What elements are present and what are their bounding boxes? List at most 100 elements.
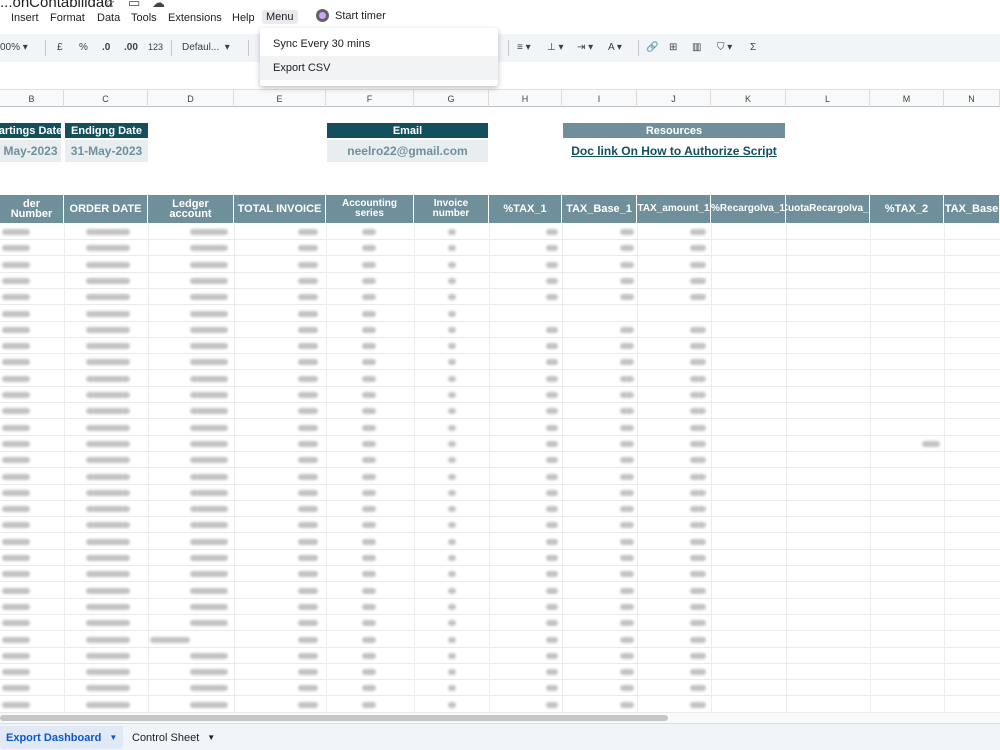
table-row[interactable] — [0, 403, 1000, 420]
menu-extensions[interactable]: Extensions — [168, 12, 222, 24]
column-header-e[interactable]: E — [234, 90, 326, 107]
increase-decimal-button[interactable]: .00 — [124, 42, 138, 53]
font-select[interactable]: Defaul... ▾ — [182, 42, 230, 53]
header-accounting-series[interactable]: Accounting series — [326, 195, 414, 223]
header-order-date[interactable]: ORDER DATE — [64, 195, 148, 223]
table-row[interactable] — [0, 550, 1000, 566]
zoom-select[interactable]: 00% ▾ — [0, 42, 28, 53]
menu-help[interactable]: Help — [232, 12, 255, 24]
insert-link-icon[interactable]: 🔗 — [646, 42, 658, 53]
column-header-h[interactable]: H — [489, 90, 562, 107]
column-header-d[interactable]: D — [148, 90, 234, 107]
header-recargo-iva-1[interactable]: %RecargoIva_1 — [711, 195, 786, 223]
sheet-grid[interactable]: artings Date May-2023 Endigng Date 31-Ma… — [0, 107, 1000, 713]
table-row[interactable] — [0, 517, 1000, 534]
header-order-number[interactable]: der Number — [0, 195, 64, 223]
table-row[interactable] — [0, 273, 1000, 289]
menu-item-export-csv[interactable]: Export CSV — [260, 56, 498, 80]
table-row[interactable] — [0, 436, 1000, 452]
table-row[interactable] — [0, 289, 1000, 306]
menu-item-sync-every-30-mins[interactable]: Sync Every 30 mins — [260, 32, 498, 56]
table-row[interactable] — [0, 371, 1000, 387]
header-tax-amount-1[interactable]: TAX_amount_1 — [637, 195, 711, 223]
blurred-cell — [546, 522, 558, 529]
blurred-cell — [448, 294, 456, 301]
table-row[interactable] — [0, 240, 1000, 257]
caret-down-icon[interactable]: ▼ — [109, 733, 117, 742]
header-tax-2[interactable]: %TAX_2 — [870, 195, 944, 223]
column-header-g[interactable]: G — [414, 90, 489, 107]
horizontal-scrollbar[interactable] — [0, 713, 1000, 723]
table-row[interactable] — [0, 680, 1000, 697]
table-row[interactable] — [0, 697, 1000, 713]
percent-format-button[interactable]: % — [79, 42, 88, 53]
table-row[interactable] — [0, 354, 1000, 371]
filter-icon[interactable]: ⛉ ▾ — [717, 42, 732, 53]
more-formats-button[interactable]: 123 — [148, 42, 163, 52]
table-row[interactable] — [0, 420, 1000, 436]
column-header-k[interactable]: K — [711, 90, 786, 107]
decrease-decimal-button[interactable]: .0 — [102, 42, 110, 53]
table-row[interactable] — [0, 338, 1000, 355]
header-tax-1[interactable]: %TAX_1 — [489, 195, 562, 223]
header-tax-base-1[interactable]: TAX_Base_1 — [562, 195, 637, 223]
currency-format-button[interactable]: £ — [57, 42, 63, 53]
text-wrap-icon[interactable]: ⇥ ▾ — [577, 42, 593, 53]
header-tax-base-2[interactable]: TAX_Base — [944, 195, 1000, 223]
insert-comment-icon[interactable]: ⊞ — [669, 42, 677, 53]
table-row[interactable] — [0, 485, 1000, 501]
caret-down-icon[interactable]: ▼ — [207, 733, 215, 742]
blurred-cell — [2, 587, 30, 594]
column-header-m[interactable]: M — [870, 90, 944, 107]
table-row[interactable] — [0, 534, 1000, 550]
column-header-l[interactable]: L — [786, 90, 870, 107]
table-row[interactable] — [0, 322, 1000, 338]
column-header-i[interactable]: I — [562, 90, 637, 107]
tab-export-dashboard[interactable]: Export Dashboard ▼ — [0, 726, 124, 749]
start-timer-button[interactable]: Start timer — [316, 9, 386, 22]
table-row[interactable] — [0, 599, 1000, 615]
table-row[interactable] — [0, 632, 1000, 648]
table-row[interactable] — [0, 648, 1000, 664]
menu-data[interactable]: Data — [97, 12, 120, 24]
vertical-align-icon[interactable]: ⊥ ▾ — [547, 42, 564, 53]
table-row[interactable] — [0, 306, 1000, 322]
end-date-value[interactable]: 31-May-2023 — [65, 140, 148, 162]
table-row[interactable] — [0, 257, 1000, 273]
header-invoice-number[interactable]: Invoice number — [414, 195, 489, 223]
blurred-cell — [298, 555, 318, 561]
table-row[interactable] — [0, 583, 1000, 599]
table-row[interactable] — [0, 501, 1000, 518]
functions-icon[interactable]: Σ — [750, 42, 756, 53]
table-row[interactable] — [0, 387, 1000, 403]
header-total-invoice[interactable]: TOTAL INVOICE — [234, 195, 326, 223]
email-value[interactable]: neelro22@gmail.com — [327, 140, 488, 162]
table-row[interactable] — [0, 566, 1000, 583]
start-date-value[interactable]: May-2023 — [0, 140, 61, 162]
menu-tools[interactable]: Tools — [131, 12, 157, 24]
column-header-b[interactable]: B — [0, 90, 64, 107]
column-header-j[interactable]: J — [637, 90, 711, 107]
table-row[interactable] — [0, 452, 1000, 469]
text-rotation-icon[interactable]: A ▾ — [608, 42, 622, 53]
blurred-cell — [86, 652, 130, 659]
table-row[interactable] — [0, 469, 1000, 485]
menu-format[interactable]: Format — [50, 12, 85, 24]
horizontal-align-icon[interactable]: ≡ ▾ — [517, 42, 531, 53]
tab-control-sheet[interactable]: Control Sheet ▼ — [126, 726, 221, 749]
table-row[interactable] — [0, 224, 1000, 240]
scrollbar-thumb[interactable] — [0, 715, 668, 721]
column-header-n[interactable]: N — [944, 90, 1000, 107]
table-row[interactable] — [0, 615, 1000, 632]
header-cuota-recargo-iva-1[interactable]: CuotaRecargoIva_1 — [786, 195, 870, 223]
insert-chart-icon[interactable]: ▥ — [692, 42, 701, 53]
formula-bar[interactable] — [0, 62, 1000, 90]
column-header-f[interactable]: F — [326, 90, 414, 107]
column-header-c[interactable]: C — [64, 90, 148, 107]
menu-insert[interactable]: Insert — [11, 12, 39, 24]
table-row[interactable] — [0, 664, 1000, 681]
header-ledger-account[interactable]: Ledger account — [148, 195, 234, 223]
resources-doc-link[interactable]: Doc link On How to Authorize Script — [563, 140, 785, 162]
menu-custom[interactable]: Menu — [262, 10, 298, 24]
blurred-cell — [620, 294, 634, 301]
